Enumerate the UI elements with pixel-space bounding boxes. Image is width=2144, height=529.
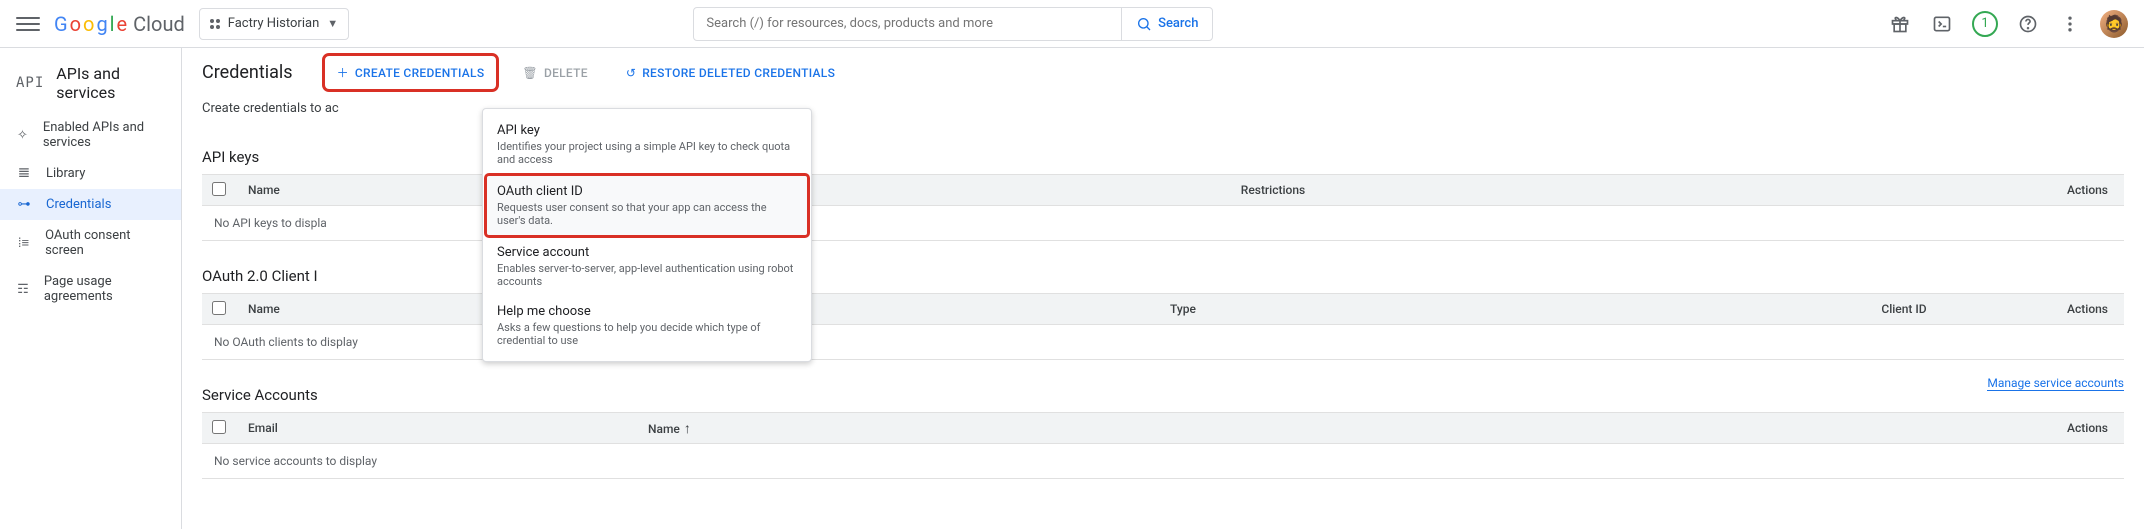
- library-icon: 𝌆: [16, 166, 32, 181]
- menu-item-help-me-choose[interactable]: Help me choose Asks a few questions to h…: [483, 296, 811, 355]
- create-credentials-button[interactable]: ＋ CREATE CREDENTIALS: [327, 58, 495, 87]
- trash-icon: 🗑: [522, 66, 538, 80]
- google-cloud-logo[interactable]: Google Cloud: [54, 12, 185, 36]
- col-email[interactable]: Email: [242, 421, 642, 435]
- search-input[interactable]: [694, 16, 1121, 31]
- select-all-oauth[interactable]: [212, 301, 226, 315]
- project-name: Factry Historian: [228, 16, 320, 31]
- menu-item-oauth-client-id[interactable]: OAuth client ID Requests user consent so…: [487, 176, 807, 235]
- plus-icon: ＋: [337, 64, 349, 81]
- page-description: Create credentials to ac: [182, 97, 2144, 130]
- col-name[interactable]: Name: [242, 183, 492, 197]
- api-icon: API: [16, 75, 44, 91]
- restore-deleted-button[interactable]: ↺ RESTORE DELETED CREDENTIALS: [616, 60, 845, 86]
- section-service-accounts: Manage service accounts Service Accounts…: [182, 368, 2144, 487]
- section-api-keys: API keys Name Restrictions Actions No AP…: [182, 130, 2144, 249]
- menu-item-service-account[interactable]: Service account Enables server-to-server…: [483, 237, 811, 296]
- caret-down-icon: ▼: [327, 17, 338, 30]
- header-actions: 1 🧔: [1888, 10, 2128, 38]
- cloud-shell-icon[interactable]: [1930, 12, 1954, 36]
- notifications-counter[interactable]: 1: [1972, 11, 1998, 37]
- sidebar-item-library[interactable]: 𝌆 Library: [0, 158, 181, 189]
- table-header-svc: Email Name↑ Actions: [202, 412, 2124, 444]
- manage-service-accounts-link[interactable]: Manage service accounts: [1987, 376, 2124, 391]
- page-title: Credentials: [202, 62, 293, 83]
- section-oauth-clients: OAuth 2.0 Client I Name Creation date↓ T…: [182, 249, 2144, 368]
- app-header: Google Cloud Factry Historian ▼ Search 1…: [0, 0, 2144, 48]
- sidebar-item-enabled-apis[interactable]: ✧ Enabled APIs and services: [0, 112, 181, 158]
- col-client-id[interactable]: Client ID: [1754, 302, 2054, 316]
- select-all-svc[interactable]: [212, 420, 226, 434]
- project-icon: [210, 19, 220, 29]
- col-name[interactable]: Name↑: [642, 420, 762, 437]
- consent-icon: ⁞≡: [16, 235, 31, 251]
- search-button[interactable]: Search: [1121, 8, 1212, 40]
- col-actions: Actions: [2054, 302, 2114, 316]
- sort-asc-icon: ↑: [684, 421, 691, 437]
- sidebar-item-oauth-consent[interactable]: ⁞≡ OAuth consent screen: [0, 220, 181, 266]
- main-content: Credentials ＋ CREATE CREDENTIALS 🗑 DELET…: [182, 48, 2144, 529]
- help-icon[interactable]: [2016, 12, 2040, 36]
- diamond-icon: ✧: [16, 128, 29, 143]
- undo-icon: ↺: [626, 66, 636, 80]
- hamburger-icon[interactable]: [16, 12, 40, 36]
- col-actions: Actions: [2054, 421, 2114, 435]
- menu-item-api-key[interactable]: API key Identifies your project using a …: [483, 115, 811, 174]
- user-avatar[interactable]: 🧔: [2100, 10, 2128, 38]
- project-picker[interactable]: Factry Historian ▼: [199, 8, 349, 40]
- key-icon: ⊶: [16, 197, 32, 212]
- col-name[interactable]: Name: [242, 302, 492, 316]
- col-actions: Actions: [2054, 183, 2114, 197]
- gift-icon[interactable]: [1888, 12, 1912, 36]
- search-bar: Search: [693, 7, 1213, 41]
- sidebar-item-credentials[interactable]: ⊶ Credentials: [0, 189, 181, 220]
- page-toolbar: Credentials ＋ CREATE CREDENTIALS 🗑 DELET…: [182, 48, 2144, 97]
- sidebar-title[interactable]: API APIs and services: [0, 54, 181, 112]
- svc-empty: No service accounts to display: [202, 444, 2124, 479]
- sidebar: API APIs and services ✧ Enabled APIs and…: [0, 48, 182, 529]
- section-title-svc: Service Accounts: [202, 386, 2124, 404]
- sidebar-item-page-usage[interactable]: ☶ Page usage agreements: [0, 266, 181, 312]
- search-icon: [1136, 16, 1152, 32]
- delete-button[interactable]: 🗑 DELETE: [512, 60, 597, 86]
- agreement-icon: ☶: [16, 282, 30, 297]
- create-credentials-menu: API key Identifies your project using a …: [482, 108, 812, 362]
- more-vert-icon[interactable]: [2058, 12, 2082, 36]
- select-all-api-keys[interactable]: [212, 182, 226, 196]
